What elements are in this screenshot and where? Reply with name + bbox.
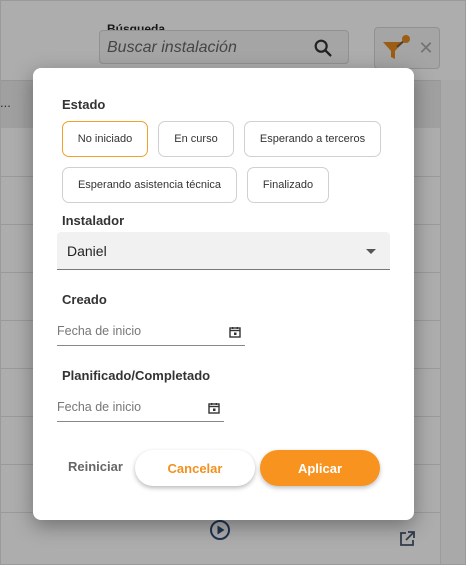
instalador-label: Instalador xyxy=(62,213,125,228)
apply-button[interactable]: Aplicar xyxy=(260,450,380,486)
planificado-label: Planificado/Completado xyxy=(62,368,211,383)
instalador-value: Daniel xyxy=(67,243,107,259)
creado-label: Creado xyxy=(62,292,107,307)
planificado-date-field[interactable]: Fecha de inicio xyxy=(57,398,224,422)
calendar-icon[interactable] xyxy=(229,326,241,338)
filter-dialog: Estado No iniciado En curso Esperando a … xyxy=(33,68,414,520)
chip-finalizado[interactable]: Finalizado xyxy=(247,167,329,203)
chip-esperando-asistencia[interactable]: Esperando asistencia técnica xyxy=(62,167,237,203)
chip-esperando-terceros[interactable]: Esperando a terceros xyxy=(244,121,381,157)
caret-down-icon xyxy=(366,249,376,254)
creado-date-field[interactable]: Fecha de inicio xyxy=(57,322,245,346)
calendar-icon[interactable] xyxy=(208,402,220,414)
creado-date-placeholder: Fecha de inicio xyxy=(57,324,142,338)
cancel-button[interactable]: Cancelar xyxy=(135,450,255,486)
instalador-select[interactable]: Daniel xyxy=(57,232,390,270)
chip-no-iniciado[interactable]: No iniciado xyxy=(62,121,148,157)
planificado-date-placeholder: Fecha de inicio xyxy=(57,400,142,414)
estado-label: Estado xyxy=(62,97,106,112)
chip-en-curso[interactable]: En curso xyxy=(158,121,234,157)
reset-button[interactable]: Reiniciar xyxy=(68,459,123,474)
